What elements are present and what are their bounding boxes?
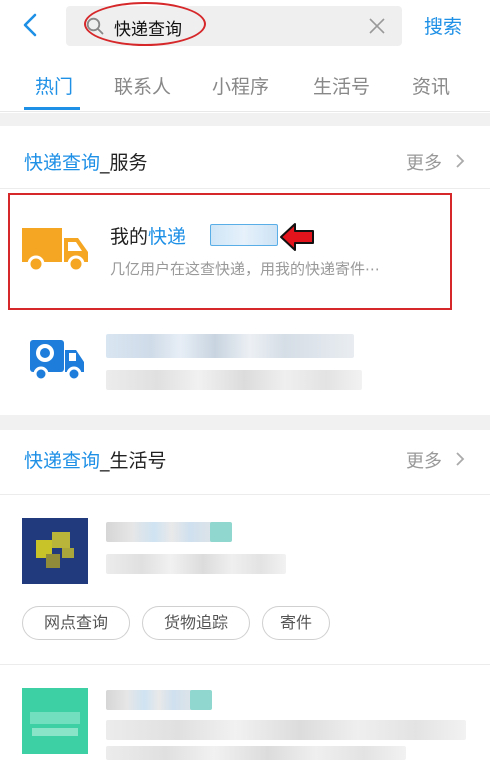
section-gap	[0, 113, 490, 126]
blurred-badge	[210, 522, 232, 542]
more-link[interactable]: 更多	[406, 447, 442, 473]
tab-contacts[interactable]: 联系人	[114, 72, 171, 99]
clear-icon[interactable]	[368, 17, 386, 35]
blurred-account-desc	[106, 746, 406, 760]
section-title: 快递查询_服务	[24, 152, 148, 174]
chip-cargo-tracking[interactable]: 货物追踪	[142, 606, 250, 640]
section-title: 快递查询_生活号	[24, 450, 167, 472]
blurred-account-name	[106, 690, 202, 710]
tab-news[interactable]: 资讯	[412, 72, 450, 99]
service-section-header: 快递查询_服务 更多	[0, 134, 490, 188]
blurred-title	[106, 334, 354, 358]
divider	[0, 664, 490, 665]
chevron-right-icon[interactable]	[454, 451, 466, 467]
service-item-blurred[interactable]	[0, 304, 490, 412]
chevron-right-icon[interactable]	[454, 153, 466, 169]
blue-truck-icon	[30, 340, 84, 382]
life-section-header: 快递查询_生活号 更多	[0, 432, 490, 486]
search-button[interactable]: 搜索	[424, 12, 462, 39]
search-header: 快递查询 搜索	[0, 0, 490, 52]
more-link[interactable]: 更多	[406, 149, 442, 175]
blurred-badge	[190, 690, 212, 710]
life-account-logo[interactable]	[22, 518, 88, 584]
tab-hot[interactable]: 热门	[35, 72, 73, 99]
annotation-ellipse	[84, 2, 206, 46]
divider	[0, 494, 490, 495]
section-gap	[0, 415, 490, 430]
back-arrow-icon[interactable]	[18, 12, 44, 38]
annotation-arrow-icon	[280, 223, 314, 251]
tab-life-accounts[interactable]: 生活号	[313, 72, 370, 99]
tab-bar: 热门 联系人 小程序 生活号 资讯	[0, 52, 490, 112]
chip-send-package[interactable]: 寄件	[262, 606, 330, 640]
blurred-account-desc	[106, 720, 466, 740]
blurred-account-desc	[106, 554, 286, 574]
blurred-description	[106, 370, 362, 390]
chip-branch-query[interactable]: 网点查询	[22, 606, 130, 640]
tab-mini-programs[interactable]: 小程序	[212, 72, 269, 99]
active-tab-indicator	[24, 107, 80, 110]
blurred-account-name	[106, 522, 226, 542]
divider	[0, 188, 490, 189]
annotation-highlight-box	[8, 193, 452, 310]
life-account-logo[interactable]	[22, 688, 88, 754]
